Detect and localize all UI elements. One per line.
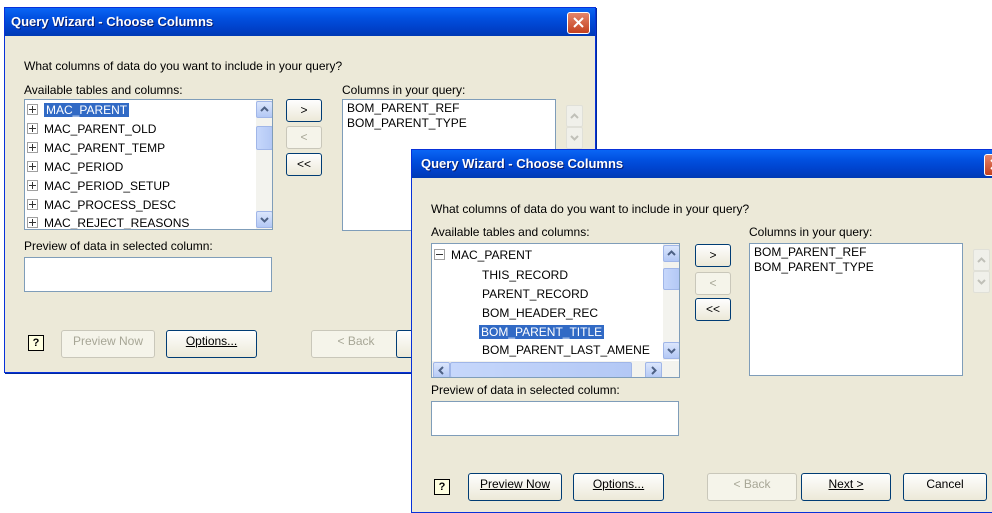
query-wizard-dialog-front: Query Wizard - Choose Columns What colum… [411,149,992,513]
title-bar: Query Wizard - Choose Columns [412,150,992,178]
preview-field [24,257,272,292]
window-title: Query Wizard - Choose Columns [11,14,214,29]
add-column-button[interactable]: > [286,99,322,122]
preview-label: Preview of data in selected column: [431,383,620,397]
columns-label: Columns in your query: [342,83,466,97]
expand-icon[interactable] [27,199,38,211]
tree-item[interactable]: PARENT_RECORD [482,286,588,303]
tree-item[interactable]: BOM_PARENT_LAST_AMENE [482,342,650,359]
scroll-down-button[interactable] [663,342,679,359]
horizontal-scrollbar[interactable] [432,361,679,377]
tree-item[interactable]: MAC_REJECT_REASONS [27,215,189,229]
preview-now-button[interactable]: Preview Now [468,473,562,501]
remove-all-columns-button[interactable]: << [286,153,322,176]
back-button[interactable]: < Back [311,330,401,358]
expand-icon[interactable] [27,123,38,135]
cancel-button[interactable]: Cancel [903,473,987,501]
scroll-thumb[interactable] [256,126,272,150]
move-down-button[interactable] [566,127,583,149]
tree-item[interactable]: MAC_PARENT [434,247,532,264]
query-columns-list[interactable]: BOM_PARENT_REF BOM_PARENT_TYPE [749,243,963,376]
preview-field [431,401,679,436]
remove-column-button[interactable]: < [695,272,731,295]
available-tables-list[interactable]: MAC_PARENT MAC_PARENT_OLD MAC_PARENT_TEM… [24,99,273,230]
arrow-up-icon [260,106,269,112]
options-button[interactable]: Options... [573,473,664,501]
vertical-scrollbar[interactable] [663,244,679,360]
available-tables-list[interactable]: MAC_PARENT THIS_RECORD PARENT_RECORD BOM… [431,243,680,378]
preview-now-button[interactable]: Preview Now [61,330,155,358]
close-icon [573,17,584,28]
tree-item[interactable]: THIS_RECORD [482,267,568,284]
scroll-up-button[interactable] [663,245,679,262]
tree-item[interactable]: MAC_PERIOD_SETUP [27,178,170,195]
close-button[interactable] [984,154,992,176]
remove-column-button[interactable]: < [286,126,322,149]
expand-icon[interactable] [27,161,38,173]
move-up-button[interactable] [973,249,990,271]
next-button[interactable]: Next > [801,473,891,501]
close-button[interactable] [567,12,590,34]
available-label: Available tables and columns: [431,225,590,239]
arrow-up-icon [977,257,986,263]
horizontal-scroll-thumb[interactable] [450,362,632,377]
tree-item[interactable]: MAC_PROCESS_DESC [27,197,176,214]
expand-icon[interactable] [27,104,38,116]
columns-label: Columns in your query: [749,225,873,239]
tree-item-selected[interactable]: BOM_PARENT_TITLE [479,324,605,341]
expand-icon[interactable] [27,142,38,154]
tree-item[interactable]: MAC_PARENT_TEMP [27,140,165,157]
tree-item[interactable]: MAC_PARENT [27,102,130,119]
arrow-down-icon [570,135,579,141]
scroll-thumb[interactable] [663,268,679,290]
prompt-text: What columns of data do you want to incl… [431,202,750,216]
prompt-text: What columns of data do you want to incl… [24,59,343,73]
arrow-up-icon [570,113,579,119]
add-column-button[interactable]: > [695,244,731,267]
expand-icon[interactable] [27,180,38,192]
options-button[interactable]: Options... [166,330,257,358]
arrow-up-icon [667,250,676,256]
available-label: Available tables and columns: [24,83,183,97]
window-title: Query Wizard - Choose Columns [421,156,624,171]
arrow-down-icon [667,348,676,354]
expand-icon[interactable] [27,217,38,229]
help-icon[interactable]: ? [28,335,44,351]
list-item[interactable]: BOM_PARENT_TYPE [754,259,874,276]
scroll-right-button[interactable] [645,362,662,377]
collapse-icon[interactable] [434,249,445,261]
help-icon[interactable]: ? [434,479,450,495]
scroll-left-button[interactable] [433,362,450,377]
arrow-down-icon [977,279,986,285]
move-up-button[interactable] [566,105,583,127]
move-down-button[interactable] [973,271,990,293]
list-item[interactable]: BOM_PARENT_TYPE [347,115,467,132]
preview-label: Preview of data in selected column: [24,239,213,253]
vertical-scrollbar[interactable] [256,100,272,229]
tree-item[interactable]: BOM_HEADER_REC [482,305,598,322]
scroll-up-button[interactable] [256,101,272,118]
arrow-right-icon [651,366,657,375]
scroll-down-button[interactable] [256,211,272,228]
back-button[interactable]: < Back [707,473,797,501]
arrow-left-icon [438,366,444,375]
title-bar: Query Wizard - Choose Columns [5,8,595,36]
arrow-down-icon [260,217,269,223]
remove-all-columns-button[interactable]: << [695,298,731,321]
tree-item[interactable]: MAC_PERIOD [27,159,123,176]
tree-item[interactable]: MAC_PARENT_OLD [27,121,156,138]
